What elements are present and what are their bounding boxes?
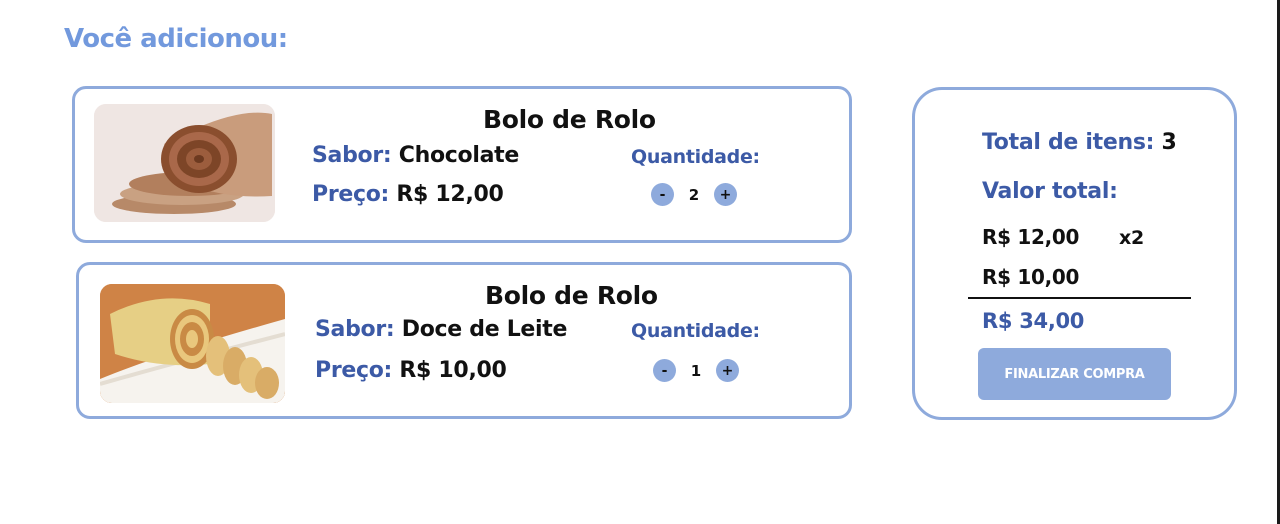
flavor-line: Sabor: Doce de Leite bbox=[315, 317, 567, 342]
price-label: Preço: bbox=[315, 358, 393, 383]
flavor-label: Sabor: bbox=[315, 317, 395, 342]
product-name: Bolo de Rolo bbox=[485, 281, 658, 310]
cart-page: Você adicionou: Bolo de Rolo Sabor: Choc… bbox=[0, 0, 1280, 524]
quantity-value: 1 bbox=[690, 361, 702, 380]
summary-line-price: R$ 12,00 bbox=[982, 225, 1080, 249]
summary-line-price: R$ 10,00 bbox=[982, 265, 1080, 289]
product-name: Bolo de Rolo bbox=[483, 105, 656, 134]
price-line: Preço: R$ 10,00 bbox=[315, 358, 507, 383]
price-value: R$ 12,00 bbox=[396, 182, 504, 207]
flavor-value: Doce de Leite bbox=[401, 317, 568, 342]
decrement-button[interactable]: - bbox=[651, 183, 674, 206]
price-label: Preço: bbox=[312, 182, 390, 207]
quantity-stepper: - 1 + bbox=[653, 359, 739, 382]
page-title: Você adicionou: bbox=[64, 24, 288, 54]
quantity-stepper: - 2 + bbox=[651, 183, 737, 206]
total-items-label: Total de itens: bbox=[982, 130, 1155, 155]
total-items-value: 3 bbox=[1161, 130, 1177, 155]
increment-button[interactable]: + bbox=[714, 183, 737, 206]
price-line: Preço: R$ 12,00 bbox=[312, 182, 504, 207]
flavor-value: Chocolate bbox=[398, 143, 520, 168]
flavor-label: Sabor: bbox=[312, 143, 392, 168]
summary-divider bbox=[968, 297, 1191, 299]
decrement-button[interactable]: - bbox=[653, 359, 676, 382]
checkout-button[interactable]: FINALIZAR COMPRA bbox=[978, 348, 1171, 400]
total-items-line: Total de itens: 3 bbox=[982, 130, 1177, 155]
cart-item-card: Bolo de Rolo Sabor: Doce de Leite Preço:… bbox=[76, 262, 852, 419]
quantity-label: Quantidade: bbox=[631, 146, 760, 168]
product-image bbox=[100, 284, 285, 403]
order-summary: Total de itens: 3 Valor total: R$ 12,00 … bbox=[912, 87, 1237, 420]
increment-button[interactable]: + bbox=[716, 359, 739, 382]
quantity-label: Quantidade: bbox=[631, 320, 760, 342]
summary-line-multiplier: x2 bbox=[1119, 227, 1144, 249]
price-value: R$ 10,00 bbox=[399, 358, 507, 383]
quantity-value: 2 bbox=[688, 185, 700, 204]
cart-item-card: Bolo de Rolo Sabor: Chocolate Preço: R$ … bbox=[72, 86, 852, 243]
product-image bbox=[94, 104, 275, 222]
grand-total: R$ 34,00 bbox=[982, 309, 1085, 333]
flavor-line: Sabor: Chocolate bbox=[312, 143, 519, 168]
total-value-label: Valor total: bbox=[982, 179, 1118, 204]
